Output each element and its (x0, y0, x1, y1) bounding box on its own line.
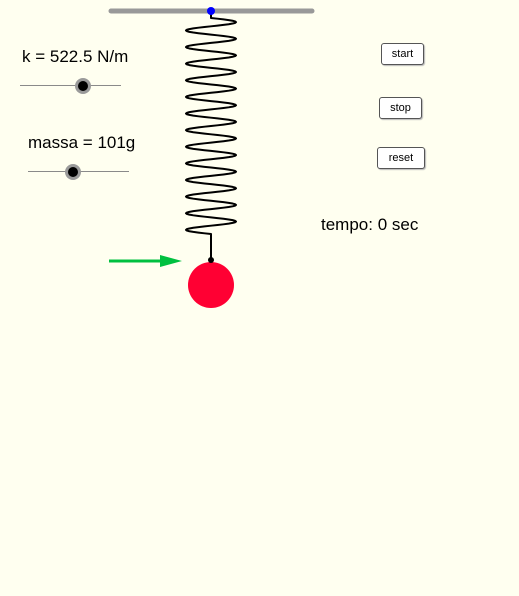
time-readout: tempo: 0 sec (321, 215, 419, 234)
mass-ball[interactable] (188, 262, 234, 308)
mass-hook-point (208, 257, 214, 263)
equilibrium-arrow-icon (109, 255, 182, 267)
slider-knob[interactable] (74, 78, 91, 94)
spring-coil (185, 11, 237, 260)
slider-knob[interactable] (65, 164, 82, 180)
stop-button[interactable]: stop (379, 97, 422, 119)
spring-constant-slider[interactable] (20, 78, 121, 94)
start-button[interactable]: start (381, 43, 424, 65)
spring-constant-label: k = 522.5 N/m (22, 47, 129, 66)
mass-slider[interactable] (28, 164, 129, 180)
mass-label: massa = 101g (28, 133, 136, 152)
slider-track (20, 85, 121, 86)
spring-anchor-point (207, 7, 215, 15)
reset-button[interactable]: reset (377, 147, 425, 169)
